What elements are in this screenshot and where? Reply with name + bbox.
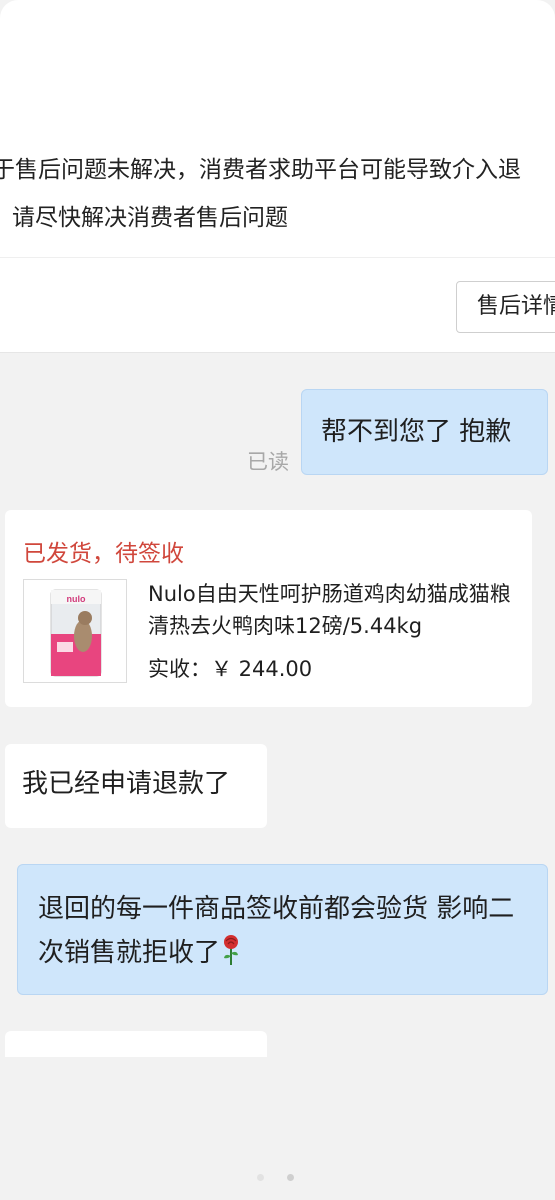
chat-bottom-area [0,1057,555,1200]
order-status: 已发货，待签收 [23,541,184,567]
after-sales-notice-card: 于售后问题未解决，消费者求助平台可能导致介入退 请尽快解决消费者售后问题 售后详… [0,0,555,353]
notice-divider [0,257,555,258]
product-title[interactable]: Nulo自由天性呵护肠道鸡肉幼猫成猫粮清热去火鸭肉味12磅/5.44kg [148,578,518,642]
product-price: 实收：￥ 244.00 [148,657,313,681]
page-dot-active [287,1174,294,1181]
after-sales-detail-button[interactable]: 售后详情 [456,281,555,333]
rose-icon [224,935,239,965]
product-thumbnail[interactable]: nulo [23,579,127,683]
notice-line-2: 请尽快解决消费者售后问题 [12,205,288,231]
message-bubble-sorry[interactable]: 帮不到您了 抱歉 [301,389,548,475]
message-bubble-inspection[interactable]: 退回的每一件商品签收前都会验货 影响二次销售就拒收了 [17,864,548,995]
chat-screen: 于售后问题未解决，消费者求助平台可能导致介入退 请尽快解决消费者售后问题 售后详… [0,0,555,1200]
message-text: 退回的每一件商品签收前都会验货 影响二次销售就拒收了 [38,894,515,968]
read-status: 已读 [247,450,289,474]
order-card[interactable]: 已发货，待签收 nulo Nulo自由天性呵护肠道鸡肉幼猫成猫粮清热去火鸭肉味1… [5,510,532,707]
svg-text:nulo: nulo [67,594,86,604]
cat-food-bag-icon: nulo [50,589,102,677]
message-bubble-refund[interactable]: 我已经申请退款了 [5,744,267,828]
notice-line-1: 于售后问题未解决，消费者求助平台可能导致介入退 [0,157,521,183]
page-dot [257,1174,264,1181]
